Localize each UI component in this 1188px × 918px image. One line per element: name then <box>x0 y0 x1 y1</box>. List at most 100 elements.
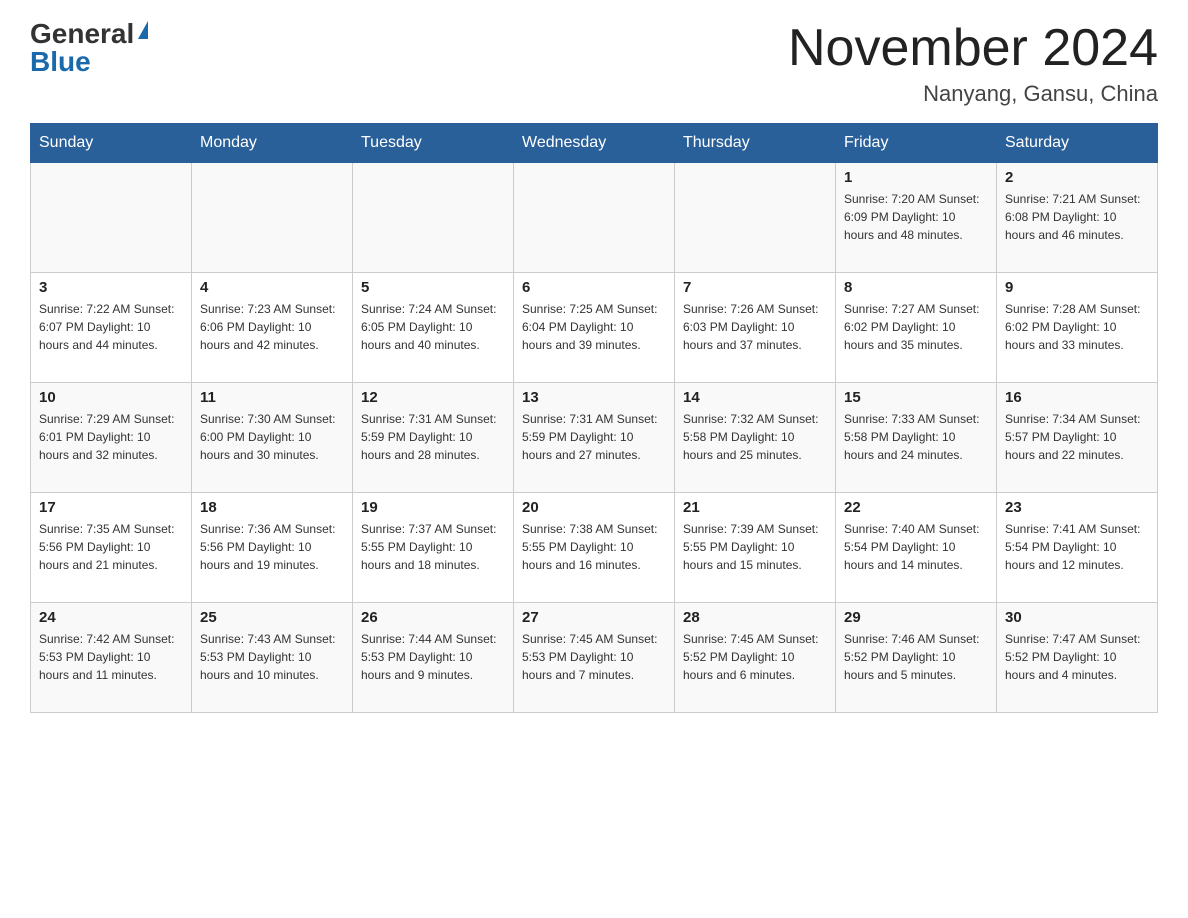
day-number: 17 <box>39 499 183 516</box>
day-number: 4 <box>200 279 344 296</box>
calendar-title: November 2024 <box>788 20 1158 77</box>
day-number: 28 <box>683 609 827 626</box>
day-number: 11 <box>200 389 344 406</box>
logo-triangle-icon <box>138 21 148 39</box>
header-cell-sunday: Sunday <box>31 124 192 163</box>
day-number: 30 <box>1005 609 1149 626</box>
calendar-cell: 28 Sunrise: 7:45 AM Sunset: 5:52 PM Dayli… <box>675 603 836 713</box>
day-number: 20 <box>522 499 666 516</box>
day-info: Sunrise: 7:20 AM Sunset: 6:09 PM Dayligh… <box>844 190 988 244</box>
week-row-3: 10 Sunrise: 7:29 AM Sunset: 6:01 PM Dayli… <box>31 383 1158 493</box>
day-info: Sunrise: 7:44 AM Sunset: 5:53 PM Dayligh… <box>361 630 505 684</box>
day-number: 5 <box>361 279 505 296</box>
day-number: 14 <box>683 389 827 406</box>
calendar-subtitle: Nanyang, Gansu, China <box>788 81 1158 107</box>
day-info: Sunrise: 7:29 AM Sunset: 6:01 PM Dayligh… <box>39 410 183 464</box>
day-number: 27 <box>522 609 666 626</box>
calendar-cell: 15 Sunrise: 7:33 AM Sunset: 5:58 PM Dayli… <box>836 383 997 493</box>
header-cell-friday: Friday <box>836 124 997 163</box>
calendar-cell: 20 Sunrise: 7:38 AM Sunset: 5:55 PM Dayli… <box>514 493 675 603</box>
day-info: Sunrise: 7:25 AM Sunset: 6:04 PM Dayligh… <box>522 300 666 354</box>
day-number: 18 <box>200 499 344 516</box>
calendar-cell: 13 Sunrise: 7:31 AM Sunset: 5:59 PM Dayli… <box>514 383 675 493</box>
logo-general-text: General <box>30 20 134 48</box>
header-cell-tuesday: Tuesday <box>353 124 514 163</box>
day-info: Sunrise: 7:35 AM Sunset: 5:56 PM Dayligh… <box>39 520 183 574</box>
calendar-header: SundayMondayTuesdayWednesdayThursdayFrid… <box>31 124 1158 163</box>
calendar-cell: 17 Sunrise: 7:35 AM Sunset: 5:56 PM Dayli… <box>31 493 192 603</box>
day-info: Sunrise: 7:32 AM Sunset: 5:58 PM Dayligh… <box>683 410 827 464</box>
day-info: Sunrise: 7:31 AM Sunset: 5:59 PM Dayligh… <box>361 410 505 464</box>
calendar-cell <box>353 163 514 273</box>
calendar-cell: 14 Sunrise: 7:32 AM Sunset: 5:58 PM Dayli… <box>675 383 836 493</box>
day-number: 16 <box>1005 389 1149 406</box>
logo-blue-text: Blue <box>30 48 91 76</box>
calendar-cell <box>514 163 675 273</box>
day-number: 13 <box>522 389 666 406</box>
day-number: 7 <box>683 279 827 296</box>
header-cell-saturday: Saturday <box>997 124 1158 163</box>
day-number: 8 <box>844 279 988 296</box>
day-info: Sunrise: 7:43 AM Sunset: 5:53 PM Dayligh… <box>200 630 344 684</box>
calendar-cell: 18 Sunrise: 7:36 AM Sunset: 5:56 PM Dayli… <box>192 493 353 603</box>
day-info: Sunrise: 7:46 AM Sunset: 5:52 PM Dayligh… <box>844 630 988 684</box>
calendar-cell: 30 Sunrise: 7:47 AM Sunset: 5:52 PM Dayli… <box>997 603 1158 713</box>
day-info: Sunrise: 7:47 AM Sunset: 5:52 PM Dayligh… <box>1005 630 1149 684</box>
calendar-cell: 5 Sunrise: 7:24 AM Sunset: 6:05 PM Daylig… <box>353 273 514 383</box>
day-number: 23 <box>1005 499 1149 516</box>
day-number: 26 <box>361 609 505 626</box>
calendar-cell: 10 Sunrise: 7:29 AM Sunset: 6:01 PM Dayli… <box>31 383 192 493</box>
calendar-cell: 9 Sunrise: 7:28 AM Sunset: 6:02 PM Daylig… <box>997 273 1158 383</box>
header-cell-thursday: Thursday <box>675 124 836 163</box>
day-info: Sunrise: 7:38 AM Sunset: 5:55 PM Dayligh… <box>522 520 666 574</box>
calendar-cell: 8Sunrise: 7:27 AM Sunset: 6:02 PM Daylig… <box>836 273 997 383</box>
day-number: 15 <box>844 389 988 406</box>
calendar-cell: 4 Sunrise: 7:23 AM Sunset: 6:06 PM Daylig… <box>192 273 353 383</box>
calendar-cell: 26 Sunrise: 7:44 AM Sunset: 5:53 PM Dayli… <box>353 603 514 713</box>
day-info: Sunrise: 7:42 AM Sunset: 5:53 PM Dayligh… <box>39 630 183 684</box>
calendar-cell: 2 Sunrise: 7:21 AM Sunset: 6:08 PM Daylig… <box>997 163 1158 273</box>
day-info: Sunrise: 7:33 AM Sunset: 5:58 PM Dayligh… <box>844 410 988 464</box>
day-info: Sunrise: 7:41 AM Sunset: 5:54 PM Dayligh… <box>1005 520 1149 574</box>
day-number: 21 <box>683 499 827 516</box>
day-info: Sunrise: 7:36 AM Sunset: 5:56 PM Dayligh… <box>200 520 344 574</box>
day-info: Sunrise: 7:21 AM Sunset: 6:08 PM Dayligh… <box>1005 190 1149 244</box>
day-info: Sunrise: 7:40 AM Sunset: 5:54 PM Dayligh… <box>844 520 988 574</box>
day-info: Sunrise: 7:23 AM Sunset: 6:06 PM Dayligh… <box>200 300 344 354</box>
day-info: Sunrise: 7:34 AM Sunset: 5:57 PM Dayligh… <box>1005 410 1149 464</box>
header-row: SundayMondayTuesdayWednesdayThursdayFrid… <box>31 124 1158 163</box>
day-info: Sunrise: 7:45 AM Sunset: 5:52 PM Dayligh… <box>683 630 827 684</box>
calendar-cell: 23 Sunrise: 7:41 AM Sunset: 5:54 PM Dayli… <box>997 493 1158 603</box>
day-info: Sunrise: 7:31 AM Sunset: 5:59 PM Dayligh… <box>522 410 666 464</box>
calendar-cell <box>31 163 192 273</box>
day-number: 9 <box>1005 279 1149 296</box>
logo: General Blue <box>30 20 148 76</box>
header-cell-wednesday: Wednesday <box>514 124 675 163</box>
day-number: 24 <box>39 609 183 626</box>
day-number: 2 <box>1005 169 1149 186</box>
calendar-cell: 22Sunrise: 7:40 AM Sunset: 5:54 PM Dayli… <box>836 493 997 603</box>
day-number: 10 <box>39 389 183 406</box>
calendar-cell: 29Sunrise: 7:46 AM Sunset: 5:52 PM Dayli… <box>836 603 997 713</box>
calendar-cell: 19Sunrise: 7:37 AM Sunset: 5:55 PM Dayli… <box>353 493 514 603</box>
day-info: Sunrise: 7:39 AM Sunset: 5:55 PM Dayligh… <box>683 520 827 574</box>
calendar-cell: 16 Sunrise: 7:34 AM Sunset: 5:57 PM Dayli… <box>997 383 1158 493</box>
week-row-1: 1Sunrise: 7:20 AM Sunset: 6:09 PM Daylig… <box>31 163 1158 273</box>
calendar-cell: 11Sunrise: 7:30 AM Sunset: 6:00 PM Dayli… <box>192 383 353 493</box>
day-info: Sunrise: 7:45 AM Sunset: 5:53 PM Dayligh… <box>522 630 666 684</box>
day-number: 19 <box>361 499 505 516</box>
week-row-2: 3 Sunrise: 7:22 AM Sunset: 6:07 PM Daylig… <box>31 273 1158 383</box>
day-info: Sunrise: 7:28 AM Sunset: 6:02 PM Dayligh… <box>1005 300 1149 354</box>
header-cell-monday: Monday <box>192 124 353 163</box>
calendar-cell: 12Sunrise: 7:31 AM Sunset: 5:59 PM Dayli… <box>353 383 514 493</box>
calendar-cell: 27 Sunrise: 7:45 AM Sunset: 5:53 PM Dayli… <box>514 603 675 713</box>
calendar-cell: 1Sunrise: 7:20 AM Sunset: 6:09 PM Daylig… <box>836 163 997 273</box>
calendar-cell: 24 Sunrise: 7:42 AM Sunset: 5:53 PM Dayli… <box>31 603 192 713</box>
day-number: 6 <box>522 279 666 296</box>
day-info: Sunrise: 7:22 AM Sunset: 6:07 PM Dayligh… <box>39 300 183 354</box>
day-number: 3 <box>39 279 183 296</box>
title-area: November 2024 Nanyang, Gansu, China <box>788 20 1158 107</box>
day-info: Sunrise: 7:24 AM Sunset: 6:05 PM Dayligh… <box>361 300 505 354</box>
header: General Blue November 2024 Nanyang, Gans… <box>30 20 1158 107</box>
day-info: Sunrise: 7:26 AM Sunset: 6:03 PM Dayligh… <box>683 300 827 354</box>
